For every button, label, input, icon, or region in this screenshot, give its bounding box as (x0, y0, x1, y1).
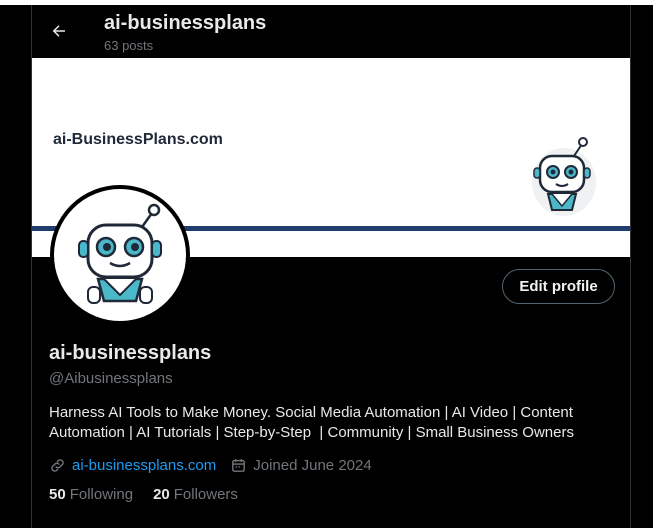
website-link[interactable]: ai-businessplans.com (72, 457, 216, 474)
header-post-count: 63 posts (104, 38, 154, 53)
profile-meta: ai-businessplans.com Joined June 2024 (49, 455, 372, 475)
edit-profile-button[interactable]: Edit profile (502, 269, 615, 304)
header-title: ai-businessplans (104, 12, 267, 34)
robot-mascot-icon (532, 137, 596, 216)
joined-date: Joined June 2024 (253, 456, 372, 474)
profile-column: ai-businessplans 63 posts ai-BusinessPla… (31, 5, 631, 528)
following-count: 50 (49, 486, 66, 503)
followers-link[interactable]: 20 Followers (153, 486, 238, 503)
bio-line: Automation | AI Tutorials | Step-by-Step… (49, 424, 574, 441)
banner-text: ai-BusinessPlans.com (53, 131, 223, 148)
following-link[interactable]: 50 Following (49, 486, 133, 503)
followers-label: Followers (173, 486, 238, 503)
profile-avatar[interactable] (50, 185, 190, 325)
back-button[interactable] (42, 14, 76, 48)
bio-line: Harness AI Tools to Make Money. Social M… (49, 404, 573, 421)
arrow-left-icon (52, 25, 65, 37)
app-frame: ai-businessplans 63 posts ai-BusinessPla… (0, 5, 653, 528)
link-icon (49, 457, 66, 474)
calendar-icon (230, 457, 247, 474)
user-handle: @Aibusinessplans (49, 370, 173, 387)
followers-count: 20 (153, 486, 170, 503)
display-name: ai-businessplans (49, 342, 212, 364)
following-label: Following (69, 486, 134, 503)
robot-mascot-icon (78, 203, 162, 304)
follow-stats: 50 Following 20 Followers (49, 486, 258, 503)
profile-bio: Harness AI Tools to Make Money. Social M… (49, 403, 609, 443)
